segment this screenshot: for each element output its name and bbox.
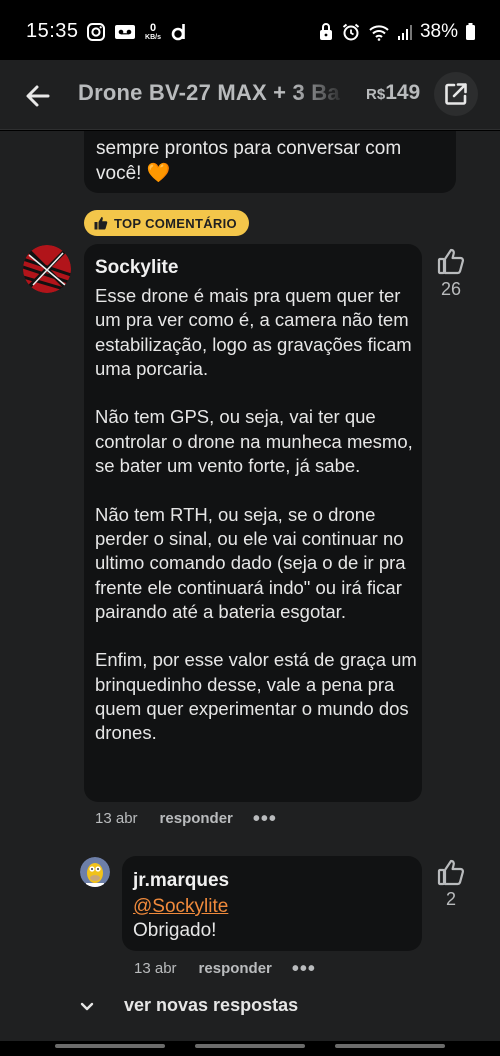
status-left-icons: 0 KB/s bbox=[86, 20, 188, 44]
comment-date: 13 abr bbox=[95, 810, 138, 827]
avatar[interactable] bbox=[23, 245, 71, 293]
comment-paragraph: Não tem GPS, ou seja, vai ter que contro… bbox=[95, 406, 413, 477]
thumbs-up-icon bbox=[94, 217, 108, 230]
alarm-icon bbox=[342, 23, 360, 41]
like-count: 26 bbox=[440, 279, 462, 299]
reply-button[interactable]: responder bbox=[199, 960, 272, 977]
price-currency: R$ bbox=[366, 86, 386, 103]
user-avatar-sockylite bbox=[23, 245, 71, 293]
chevron-down-icon bbox=[80, 1002, 94, 1010]
open-external-button[interactable] bbox=[434, 72, 478, 116]
previous-comment-text: sempre prontos para conversar com você! … bbox=[96, 138, 402, 184]
comment-paragraph: Enfim, por esse valor está de graça um b… bbox=[95, 649, 417, 744]
like-button[interactable] bbox=[436, 858, 466, 888]
status-right-icons: 38% bbox=[318, 20, 476, 44]
reply-comment-bubble: jr.marques @Sockylite Obrigado! bbox=[122, 856, 422, 951]
system-nav-bar bbox=[0, 1041, 500, 1056]
arrow-left-icon bbox=[26, 85, 50, 107]
more-options-button[interactable]: ••• bbox=[253, 809, 277, 829]
alarm-lock-icon bbox=[319, 23, 332, 40]
comment-date: 13 abr bbox=[134, 960, 177, 977]
user-avatar-jr-marques bbox=[80, 857, 110, 887]
thumbs-up-outline-icon bbox=[437, 248, 465, 275]
top-comment-badge: TOP COMENTÁRIO bbox=[84, 210, 249, 236]
nav-recents-button[interactable] bbox=[55, 1044, 165, 1048]
previous-comment-bubble: sempre prontos para conversar com você! … bbox=[84, 131, 456, 193]
comment-author[interactable]: jr.marques bbox=[133, 870, 229, 892]
battery-icon bbox=[466, 23, 475, 40]
avatar[interactable] bbox=[80, 857, 110, 887]
nav-back-button[interactable] bbox=[335, 1044, 445, 1048]
top-comment-label: TOP COMENTÁRIO bbox=[114, 215, 237, 231]
reply-button[interactable]: responder bbox=[160, 810, 233, 827]
signal-icon bbox=[397, 25, 412, 40]
product-price: R$149 bbox=[366, 81, 420, 105]
comment-body: Obrigado! bbox=[133, 920, 217, 941]
comment-paragraph: Não tem RTH, ou seja, se o drone perder … bbox=[95, 503, 406, 622]
status-time: 15:35 bbox=[26, 20, 79, 42]
app-header: Drone BV-27 MAX + 3 Ba R$149 bbox=[0, 60, 500, 130]
status-bar: 15:35 0 KB/s 38% bbox=[0, 0, 500, 60]
nav-home-button[interactable] bbox=[195, 1044, 305, 1048]
comments-feed[interactable]: sempre prontos para conversar com você! … bbox=[0, 131, 500, 1041]
like-count: 2 bbox=[445, 889, 456, 909]
user-mention-link[interactable]: @Sockylite bbox=[133, 896, 228, 918]
view-new-replies-button[interactable]: ver novas respostas bbox=[78, 995, 298, 1016]
comment-body: Esse drone é mais pra quem quer ter um p… bbox=[95, 284, 417, 746]
thumbs-up-outline-icon bbox=[437, 859, 465, 886]
app-d-icon bbox=[171, 24, 185, 41]
top-comment-bubble: Sockylite Esse drone é mais pra quem que… bbox=[84, 244, 422, 802]
voicemail-icon bbox=[115, 25, 135, 39]
comment-meta: 13 abr responder ••• bbox=[95, 809, 277, 829]
back-button[interactable] bbox=[22, 80, 54, 112]
title-fade bbox=[292, 76, 346, 116]
wifi-icon bbox=[369, 25, 389, 41]
comment-paragraph: Esse drone é mais pra quem quer ter um p… bbox=[95, 285, 412, 379]
comment-author[interactable]: Sockylite bbox=[95, 257, 178, 279]
battery-percent: 38% bbox=[419, 21, 458, 42]
open-external-icon bbox=[445, 83, 467, 105]
comment-meta: 13 abr responder ••• bbox=[134, 959, 316, 979]
more-options-button[interactable]: ••• bbox=[292, 959, 316, 979]
instagram-icon bbox=[87, 23, 105, 41]
price-value: 149 bbox=[385, 81, 421, 104]
like-button[interactable] bbox=[436, 247, 466, 277]
network-speed: 0 KB/s bbox=[145, 21, 161, 41]
view-new-replies-label: ver novas respostas bbox=[124, 995, 299, 1015]
